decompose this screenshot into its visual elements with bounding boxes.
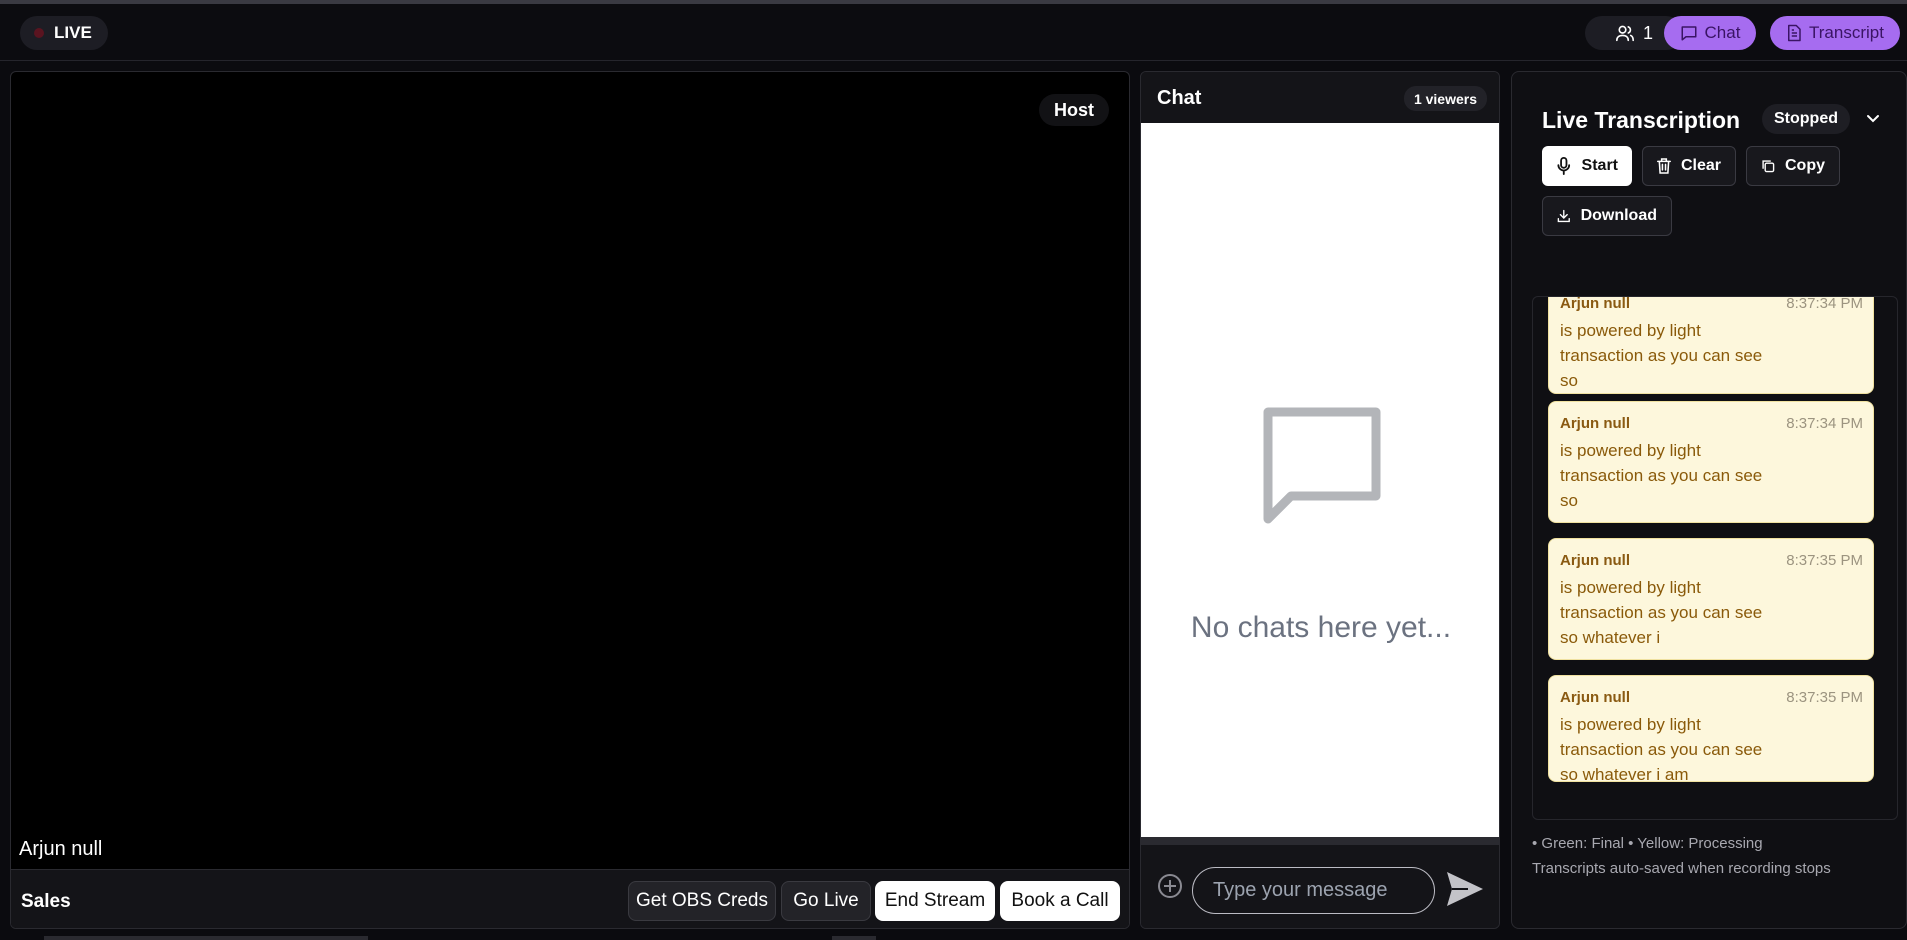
download-transcription-button[interactable]: Download [1542, 196, 1672, 236]
transcript-time: 8:37:34 PM [1786, 296, 1863, 312]
microphone-icon [1557, 157, 1571, 175]
transcript-list[interactable]: Arjun null 8:37:34 PM is powered by ligh… [1532, 296, 1898, 820]
transcript-time: 8:37:34 PM [1786, 415, 1863, 432]
transcript-entry: Arjun null 8:37:34 PM is powered by ligh… [1548, 296, 1874, 394]
stream-controls-bar: Sales Get OBS Creds Go Live End Stream B… [11, 869, 1129, 928]
host-tag: Host [1039, 94, 1109, 126]
message-square-icon [1681, 26, 1697, 41]
transcript-entry: Arjun null 8:37:35 PM is powered by ligh… [1548, 675, 1874, 782]
status-legend: • Green: Final • Yellow: Processing [1532, 835, 1763, 852]
transcription-title: Live Transcription [1542, 107, 1741, 133]
transcript-toggle-label: Transcript [1809, 23, 1884, 42]
chat-toggle-label: Chat [1704, 23, 1741, 42]
video-panel: Host Arjun null Sales Get OBS Creds Go L… [10, 71, 1130, 929]
chat-viewers-badge: 1 viewers [1403, 86, 1487, 111]
transcript-text: is powered by light transaction as you c… [1560, 715, 1763, 782]
start-transcription-button[interactable]: Start [1542, 146, 1632, 186]
transcript-speaker: Arjun null [1560, 552, 1630, 569]
download-icon [1557, 209, 1570, 223]
copy-label: Copy [1785, 157, 1825, 174]
transcript-time: 8:37:35 PM [1786, 552, 1863, 569]
end-stream-button[interactable]: End Stream [875, 881, 995, 921]
send-icon[interactable] [1445, 870, 1485, 908]
participant-name: Arjun null [19, 838, 103, 860]
clear-label: Clear [1680, 157, 1721, 174]
empty-chat-text: No chats here yet... [1190, 611, 1452, 644]
file-text-icon [1788, 24, 1801, 42]
transcript-time: 8:37:35 PM [1786, 689, 1863, 706]
chat-input-bar [1141, 837, 1499, 928]
trash-icon [1657, 158, 1671, 174]
book-a-call-button[interactable]: Book a Call [1000, 881, 1120, 921]
transcription-panel: Live Transcription Stopped Start Clear C… [1511, 71, 1907, 929]
get-obs-creds-button[interactable]: Get OBS Creds [628, 881, 776, 921]
copy-icon [1762, 160, 1775, 173]
top-bar: LIVE 1 Chat Transcript [0, 4, 1907, 61]
transcript-entry: Arjun null 8:37:34 PM is powered by ligh… [1548, 401, 1874, 523]
transcript-speaker: Arjun null [1560, 415, 1630, 432]
transcript-entry: Arjun null 8:37:35 PM is powered by ligh… [1548, 538, 1874, 660]
add-circle-icon[interactable] [1157, 873, 1183, 899]
download-label: Download [1580, 207, 1657, 224]
empty-chat-icon [1263, 407, 1381, 524]
chat-toggle-button[interactable]: Chat [1664, 16, 1756, 50]
chat-title: Chat [1157, 87, 1202, 109]
taskbar-strip [44, 936, 368, 940]
transcription-status-badge: Stopped [1762, 104, 1850, 134]
chevron-down-icon[interactable] [1864, 110, 1882, 128]
transcript-text: is powered by light transaction as you c… [1560, 441, 1763, 510]
transcript-text: is powered by light transaction as you c… [1560, 578, 1763, 647]
room-label: Sales [21, 891, 71, 912]
live-dot-icon [34, 28, 44, 38]
transcript-speaker: Arjun null [1560, 296, 1630, 312]
viewer-count-value: 1 [1642, 22, 1653, 43]
go-live-button[interactable]: Go Live [781, 881, 871, 921]
autosave-note: Transcripts auto-saved when recording st… [1532, 860, 1831, 877]
chat-messages-area: No chats here yet... [1141, 123, 1499, 837]
transcript-toggle-button[interactable]: Transcript [1770, 16, 1900, 50]
copy-transcription-button[interactable]: Copy [1746, 146, 1840, 186]
users-icon [1615, 25, 1634, 42]
transcript-text: is powered by light transaction as you c… [1560, 321, 1763, 390]
chat-panel: Chat 1 viewers No chats here yet... [1140, 71, 1500, 929]
live-label: LIVE [54, 23, 92, 42]
chat-header: Chat 1 viewers [1141, 72, 1499, 123]
message-input[interactable] [1192, 867, 1435, 914]
clear-transcription-button[interactable]: Clear [1642, 146, 1736, 186]
transcript-speaker: Arjun null [1560, 689, 1630, 706]
start-label: Start [1581, 157, 1618, 174]
live-badge: LIVE [20, 16, 108, 50]
taskbar-strip [832, 936, 876, 940]
